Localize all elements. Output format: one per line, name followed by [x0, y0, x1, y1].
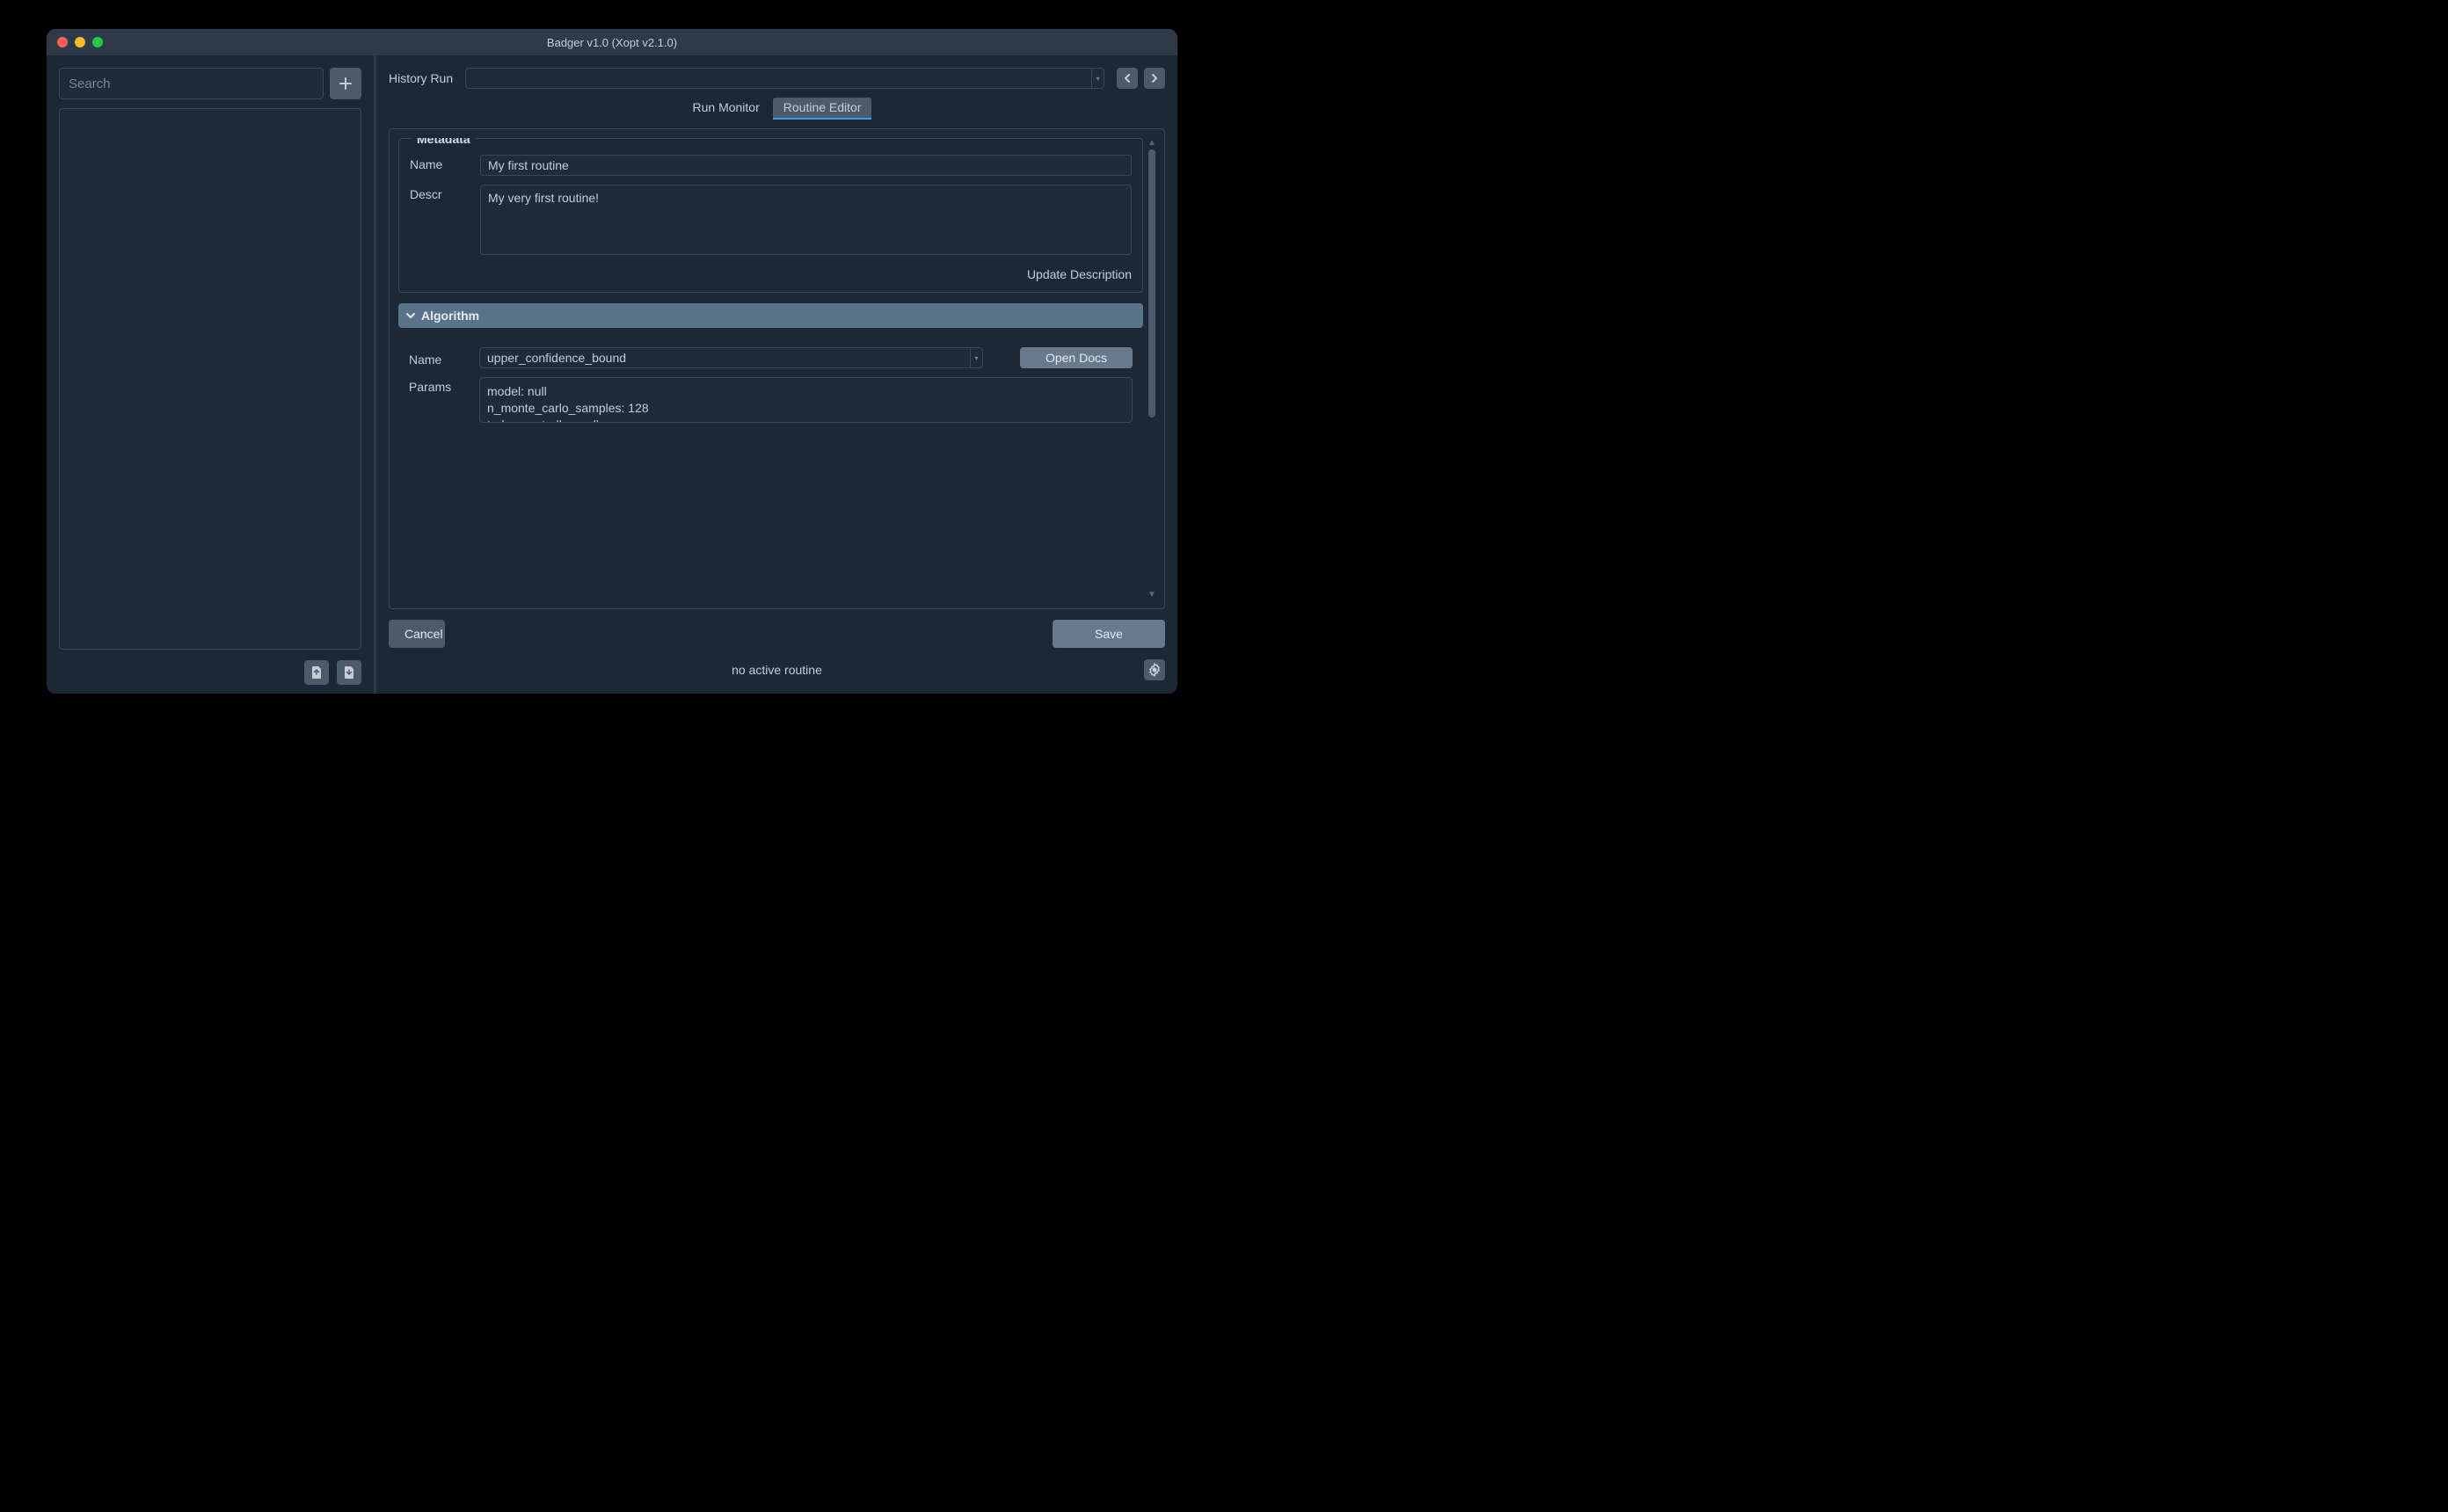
editor-scrollbar[interactable]: ▲ ▼ [1148, 138, 1155, 600]
main-content: History Run ▾ [47, 55, 1177, 694]
cancel-button[interactable]: Cancel [389, 620, 445, 648]
routine-descr-label: Descr [410, 185, 454, 201]
routine-editor-frame: Metadata Name Descr Update Description [389, 128, 1165, 609]
search-input[interactable] [59, 68, 324, 99]
algorithm-name-row: Name upper_confidence_bound ▾ Open Docs [409, 347, 1133, 368]
history-next-button[interactable] [1144, 68, 1165, 89]
algorithm-selected: upper_confidence_bound [480, 348, 970, 367]
window-title: Badger v1.0 (Xopt v2.1.0) [547, 36, 677, 49]
metadata-legend: Metadata [412, 138, 476, 146]
algorithm-params-input[interactable] [479, 377, 1133, 423]
right-panel: History Run ▾ [376, 55, 1177, 694]
history-nav-buttons [1117, 68, 1165, 89]
add-routine-button[interactable] [330, 68, 361, 99]
bottom-button-row: Cancel Save [389, 618, 1165, 648]
sidebar-bottom-toolbar [59, 658, 361, 685]
dropdown-handle-icon: ▾ [970, 348, 982, 367]
sidebar-top-row [59, 68, 361, 99]
update-description-row: Update Description [410, 264, 1132, 281]
traffic-lights [57, 37, 103, 47]
status-text: no active routine [732, 663, 822, 677]
dropdown-handle-icon: ▾ [1091, 69, 1104, 88]
titlebar: Badger v1.0 (Xopt v2.1.0) [47, 29, 1177, 55]
routine-descr-row: Descr [410, 185, 1132, 255]
routine-name-label: Name [410, 155, 454, 171]
file-export-icon [310, 665, 324, 680]
algorithm-params-label: Params [409, 377, 453, 394]
history-run-selected [466, 69, 1091, 88]
save-button[interactable]: Save [1053, 620, 1165, 648]
import-button[interactable] [337, 660, 361, 685]
gear-icon [1148, 663, 1162, 677]
history-prev-button[interactable] [1117, 68, 1138, 89]
routine-name-row: Name [410, 155, 1132, 176]
routine-editor-content: Metadata Name Descr Update Description [398, 138, 1143, 600]
algorithm-section-title: Algorithm [421, 309, 479, 323]
scrollbar-thumb[interactable] [1148, 149, 1155, 418]
minimize-window-button[interactable] [75, 37, 85, 47]
scrollbar-up-icon: ▲ [1148, 138, 1156, 148]
routines-list[interactable] [59, 108, 361, 650]
sidebar [47, 55, 376, 694]
arrow-left-icon [1124, 74, 1131, 83]
export-button[interactable] [304, 660, 329, 685]
routine-name-input[interactable] [480, 155, 1132, 176]
settings-button[interactable] [1144, 659, 1165, 680]
chevron-down-icon [405, 310, 416, 321]
metadata-group: Metadata Name Descr Update Description [398, 138, 1143, 293]
algorithm-section-header[interactable]: Algorithm [398, 303, 1143, 328]
history-controls: History Run ▾ [389, 68, 1165, 89]
app-window: Badger v1.0 (Xopt v2.1.0) [47, 29, 1177, 694]
open-docs-button[interactable]: Open Docs [1020, 347, 1133, 368]
history-run-dropdown[interactable]: ▾ [465, 68, 1104, 89]
arrow-right-icon [1151, 74, 1158, 83]
update-description-link[interactable]: Update Description [1027, 267, 1132, 281]
algorithm-params-row: Params [409, 377, 1133, 600]
algorithm-section-body: Name upper_confidence_bound ▾ Open Docs … [398, 338, 1143, 600]
status-bar: no active routine [389, 658, 1165, 681]
tabs: Run Monitor Routine Editor [389, 98, 1165, 120]
history-run-dropdown-container: ▾ [465, 68, 1104, 89]
close-window-button[interactable] [57, 37, 68, 47]
file-import-icon [342, 665, 356, 680]
algorithm-name-label: Name [409, 350, 453, 367]
history-run-label: History Run [389, 71, 453, 85]
maximize-window-button[interactable] [92, 37, 103, 47]
tab-run-monitor[interactable]: Run Monitor [682, 98, 770, 120]
algorithm-dropdown[interactable]: upper_confidence_bound ▾ [479, 347, 983, 368]
plus-icon [339, 76, 353, 91]
routine-descr-input[interactable] [480, 185, 1132, 255]
scrollbar-down-icon: ▼ [1148, 590, 1156, 600]
tab-routine-editor[interactable]: Routine Editor [773, 98, 872, 120]
